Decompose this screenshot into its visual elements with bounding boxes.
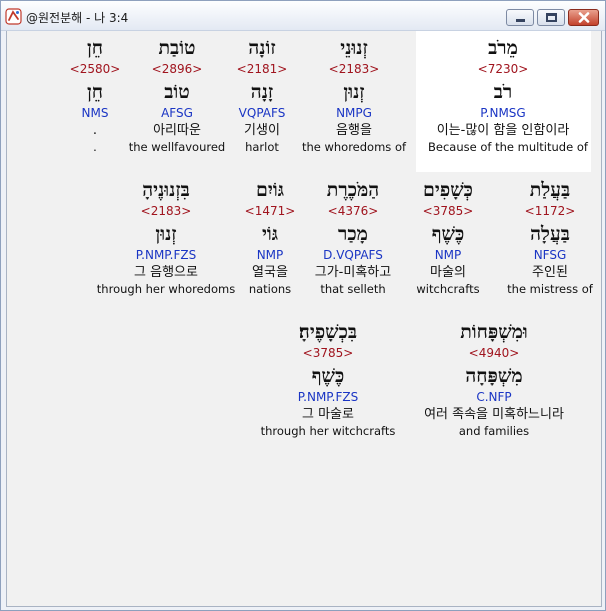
morphology-code: NMS xyxy=(81,106,109,120)
english-translation: . xyxy=(93,140,97,154)
strong-number[interactable]: <4940> xyxy=(419,345,569,361)
maximize-button[interactable] xyxy=(537,9,565,26)
word-block[interactable]: חֵן <2580> חֵן NMS . . xyxy=(20,35,170,155)
minimize-button[interactable] xyxy=(506,9,534,26)
hebrew-word: מֵרֹב xyxy=(488,37,518,59)
hebrew-root: חֵן xyxy=(86,81,104,103)
strong-number[interactable]: <3785> xyxy=(253,345,403,361)
korean-translation: 그 마술로 xyxy=(302,407,354,422)
close-button[interactable] xyxy=(568,9,599,26)
korean-translation: 여러 족속을 미혹하느니라 xyxy=(424,407,564,422)
korean-translation: 그 음행으로 xyxy=(134,265,198,280)
hebrew-root: זְנוּן xyxy=(155,223,177,245)
strong-number[interactable]: <2183> xyxy=(91,203,241,219)
english-translation: through her whoredoms xyxy=(96,282,236,296)
word-block[interactable]: בִּזְנוּנֶיהָ <2183> זְנוּן P.NMP.FZS 그 … xyxy=(91,177,241,297)
hebrew-word: בִּזְנוּנֶיהָ xyxy=(142,179,190,201)
maximize-icon xyxy=(545,13,557,22)
hebrew-root: כֶּשֶׁף xyxy=(311,365,345,387)
hebrew-word: בִּכְשָׁפֶיהָ׃ xyxy=(298,321,358,343)
strong-number[interactable]: <7230> xyxy=(428,61,578,77)
close-icon xyxy=(578,12,589,23)
hebrew-root: מִשְׁפָּחָה xyxy=(465,365,523,387)
title-bar[interactable]: @원전분해 - 나 3:4 xyxy=(1,1,605,31)
morphology-code: P.NMP.FZS xyxy=(135,248,197,262)
english-translation: Because of the multitude of xyxy=(428,140,588,154)
app-logo-icon xyxy=(5,8,22,25)
morphology-code: P.NMSG xyxy=(480,106,526,120)
korean-translation: . xyxy=(92,123,98,138)
hebrew-word: חֵן xyxy=(86,37,104,59)
morphology-code: C.NFP xyxy=(476,390,512,404)
english-translation: through her witchcrafts xyxy=(260,424,396,438)
strong-number[interactable]: <2580> xyxy=(20,61,170,77)
hebrew-root: רֹב xyxy=(493,81,513,103)
word-block[interactable]: וּמִשְׁפָּחוֹת <4940> מִשְׁפָּחָה C.NFP … xyxy=(419,319,569,439)
minimize-icon xyxy=(515,19,525,22)
korean-translation: 이는-많이 함을 인함이라 xyxy=(436,123,570,138)
word-block[interactable]: בִּכְשָׁפֶיהָ׃ <3785> כֶּשֶׁף P.NMP.FZS … xyxy=(253,319,403,439)
word-block[interactable]: מֵרֹב <7230> רֹב P.NMSG 이는-많이 함을 인함이라 Be… xyxy=(428,35,588,155)
morphology-code: P.NMP.FZS xyxy=(297,390,359,404)
english-translation: and families xyxy=(458,424,530,438)
app-window: @원전분해 - 나 3:4 מֵרֹב <7230> רֹב P.NMSG 이는… xyxy=(0,0,606,611)
window-title: @원전분해 - 나 3:4 xyxy=(26,11,129,25)
verse-analysis-panel: מֵרֹב <7230> רֹב P.NMSG 이는-많이 함을 인함이라 Be… xyxy=(6,31,602,607)
hebrew-word: וּמִשְׁפָּחוֹת xyxy=(460,321,528,343)
